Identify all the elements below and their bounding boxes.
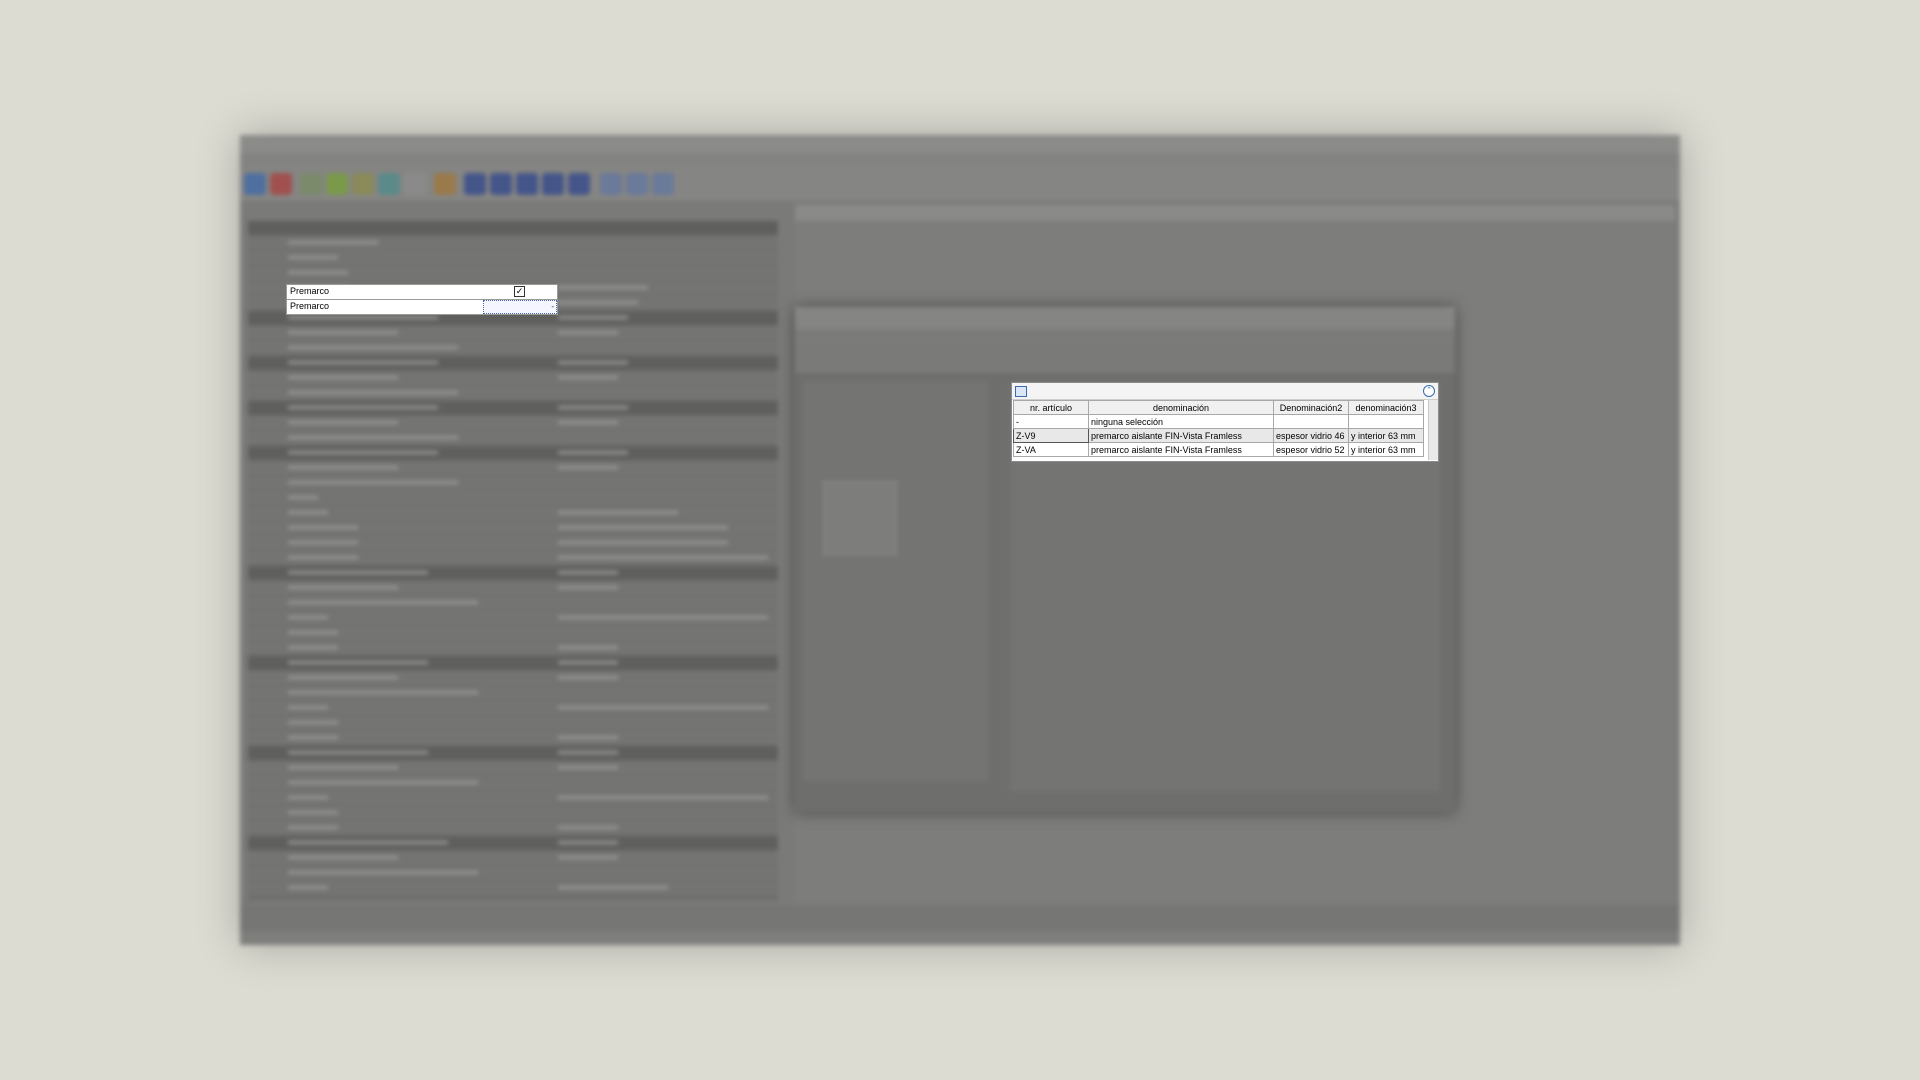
- article-grid: ⌃ nr. artículo denominación Denominación…: [1011, 382, 1439, 462]
- toolbar-button[interactable]: [516, 173, 538, 195]
- dialog-menu-bar: [795, 329, 1455, 343]
- toolbar-button[interactable]: [300, 173, 322, 195]
- menu-bar: [240, 153, 1680, 167]
- properties-grid-blurred: [248, 221, 778, 901]
- cell-denominacion[interactable]: ninguna selección: [1088, 414, 1274, 429]
- collapse-icon[interactable]: ⌃: [1423, 385, 1435, 397]
- toolbar-button[interactable]: [352, 173, 374, 195]
- table-row[interactable]: Z-V9 premarco aislante FIN-Vista Framles…: [1013, 428, 1424, 443]
- toolbar-button[interactable]: [270, 173, 292, 195]
- title-bar: [240, 135, 1680, 153]
- toolbar-button[interactable]: [244, 173, 266, 195]
- cell-nr[interactable]: -: [1013, 414, 1089, 429]
- article-table: nr. artículo denominación Denominación2 …: [1013, 400, 1424, 457]
- checkbox-checked-icon[interactable]: ✓: [514, 286, 525, 297]
- column-header[interactable]: nr. artículo: [1013, 400, 1089, 415]
- table-row[interactable]: Z-VA premarco aislante FIN-Vista Framles…: [1013, 442, 1424, 457]
- premarco-checkbox-row[interactable]: Premarco ✓: [286, 284, 558, 300]
- no-image-placeholder: [823, 481, 897, 555]
- table-header-row: nr. artículo denominación Denominación2 …: [1013, 400, 1424, 415]
- toolbar-button[interactable]: [490, 173, 512, 195]
- toolbar-button[interactable]: [464, 173, 486, 195]
- toolbar-button[interactable]: [626, 173, 648, 195]
- toolbar-button[interactable]: [378, 173, 400, 195]
- tab-strip: [795, 205, 1675, 221]
- dialog-details-panel: [803, 381, 988, 781]
- dialog-title-bar: [795, 307, 1455, 329]
- cell-denominacion[interactable]: premarco aislante FIN-Vista Framless: [1088, 442, 1274, 457]
- grid-scrollbar[interactable]: [1428, 400, 1438, 460]
- premarco-label: Premarco: [290, 301, 330, 311]
- grid-view-icon[interactable]: [1015, 386, 1027, 397]
- toolbar-button[interactable]: [542, 173, 564, 195]
- premarco-label: Premarco: [290, 286, 330, 296]
- toolbar-button[interactable]: [568, 173, 590, 195]
- cell-denominacion3[interactable]: y interior 63 mm: [1348, 428, 1424, 443]
- cell-denominacion3[interactable]: y interior 63 mm: [1348, 442, 1424, 457]
- cell-denominacion[interactable]: premarco aislante FIN-Vista Framless: [1088, 428, 1274, 443]
- cell-denominacion2[interactable]: [1273, 414, 1349, 429]
- cell-denominacion2[interactable]: espesor vidrio 52: [1273, 442, 1349, 457]
- cell-denominacion3[interactable]: [1348, 414, 1424, 429]
- column-header[interactable]: Denominación2: [1273, 400, 1349, 415]
- cell-denominacion2[interactable]: espesor vidrio 46: [1273, 428, 1349, 443]
- cell-nr[interactable]: Z-VA: [1013, 442, 1089, 457]
- toolbar-button[interactable]: [434, 173, 456, 195]
- main-toolbar: [240, 167, 1680, 201]
- toolbar-button[interactable]: [404, 173, 426, 195]
- grid-header-strip: ⌃: [1012, 383, 1438, 400]
- premarco-select-row[interactable]: Premarco -: [286, 299, 558, 315]
- dialog-toolbar: [795, 343, 1455, 373]
- dropdown-arrow-icon[interactable]: -: [551, 302, 554, 311]
- table-row[interactable]: - ninguna selección: [1013, 414, 1424, 429]
- bottom-button-bar: [240, 905, 1680, 931]
- status-bar: [240, 931, 1680, 945]
- column-header[interactable]: denominación3: [1348, 400, 1424, 415]
- premarco-value-select[interactable]: -: [483, 300, 557, 314]
- toolbar-button[interactable]: [652, 173, 674, 195]
- column-header[interactable]: denominación: [1088, 400, 1274, 415]
- toolbar-button[interactable]: [326, 173, 348, 195]
- cell-nr[interactable]: Z-V9: [1013, 428, 1089, 443]
- toolbar-button[interactable]: [600, 173, 622, 195]
